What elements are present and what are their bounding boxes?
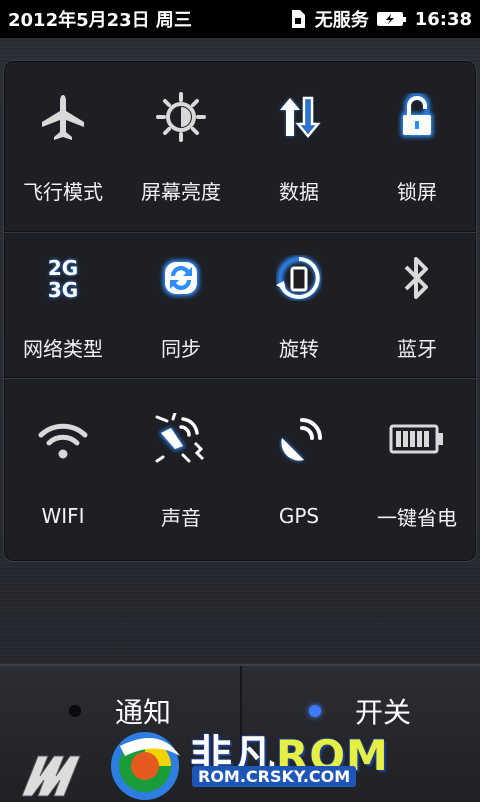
tab-indicator-active: [308, 705, 321, 717]
rotate-icon: [274, 249, 324, 307]
toggle-label: 声音: [161, 505, 201, 530]
toggle-wifi[interactable]: WIFI: [4, 379, 122, 561]
toggle-label: 数据: [279, 179, 319, 204]
toggle-mobile-data[interactable]: 数据: [240, 61, 358, 231]
status-bar: 2012年5月23日 周三 无服务 16:38: [0, 0, 480, 38]
toggle-airplane-mode[interactable]: 飞行模式: [4, 61, 122, 231]
svg-text:2G: 2G: [48, 256, 78, 280]
toggle-label: 屏幕亮度: [141, 179, 221, 204]
svg-text:3G: 3G: [48, 278, 78, 301]
quick-toggle-panel: 飞行模式 屏幕亮度 数据 锁屏 2G 3G 2G 3G 网络类型 同步 旋转 蓝…: [3, 60, 477, 562]
battery-saver-icon: [389, 410, 445, 468]
status-date: 2012年5月23日 周三: [8, 10, 192, 31]
toggle-bluetooth[interactable]: 蓝牙: [358, 233, 476, 377]
gps-icon: [274, 412, 324, 470]
toggle-gps[interactable]: GPS: [240, 379, 358, 561]
toggle-label: 飞行模式: [23, 179, 103, 204]
toggle-label: 旋转: [279, 336, 319, 361]
toggle-power-saver[interactable]: 一键省电: [358, 379, 476, 561]
data-transfer-icon: [276, 88, 322, 146]
tab-switches[interactable]: 开关: [240, 666, 480, 756]
bluetooth-icon: [400, 249, 434, 307]
toggle-sound[interactable]: 声音: [122, 379, 240, 561]
toggle-brightness[interactable]: 屏幕亮度: [122, 61, 240, 231]
tab-label: 开关: [354, 696, 411, 729]
no-sim-icon: [289, 9, 307, 29]
sync-icon: [157, 249, 205, 307]
tab-notifications[interactable]: 通知: [0, 666, 242, 756]
toggle-label: GPS: [278, 504, 320, 528]
toggle-label: 锁屏: [397, 179, 437, 204]
toggle-label: 一键省电: [377, 505, 457, 530]
toggle-label: 同步: [161, 336, 201, 361]
tab-label: 通知: [114, 696, 171, 729]
battery-charging-icon: [376, 12, 406, 26]
status-time: 16:38: [414, 8, 472, 30]
network-type-icon: 2G 3G 2G 3G: [37, 249, 89, 307]
lock-icon: [395, 88, 439, 146]
toggle-label: 网络类型: [23, 336, 103, 361]
shade-tab-bar: 通知 开关: [0, 664, 480, 802]
toggle-label: WIFI: [41, 504, 85, 528]
brightness-icon: [155, 88, 207, 146]
carrier-text: 无服务: [314, 10, 369, 31]
sound-icon: [153, 410, 209, 468]
toggle-auto-rotate[interactable]: 旋转: [240, 233, 358, 377]
toggle-lock-screen[interactable]: 锁屏: [358, 61, 476, 231]
airplane-icon: [38, 88, 88, 146]
tab-indicator-inactive: [68, 705, 81, 717]
toggle-sync[interactable]: 同步: [122, 233, 240, 377]
toggle-label: 蓝牙: [397, 336, 437, 361]
wifi-icon: [36, 412, 90, 470]
toggle-network-type[interactable]: 2G 3G 2G 3G 网络类型: [4, 233, 122, 377]
